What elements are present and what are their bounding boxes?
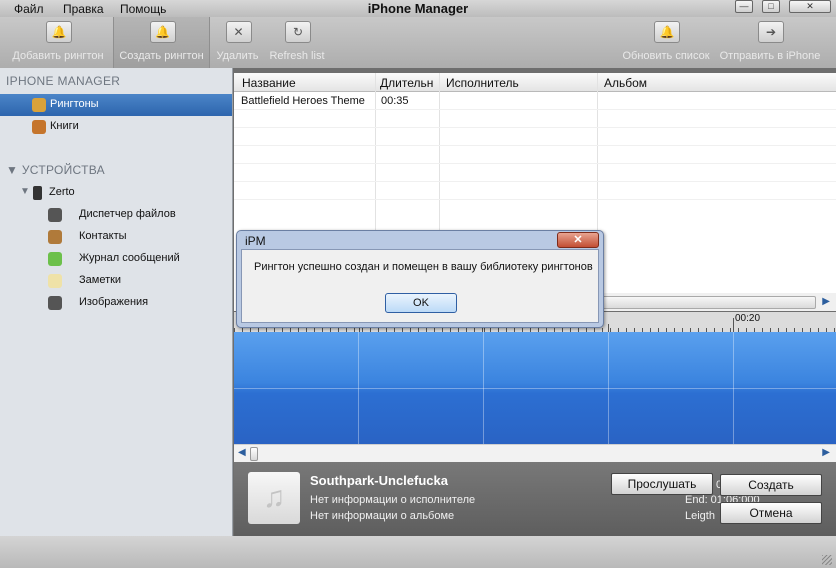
triangle-down-icon: ▼ <box>20 186 30 197</box>
sidebar-item-contacts[interactable]: Контакты <box>0 226 232 248</box>
send-to-iphone-label: Отправить в iPhone <box>719 50 821 62</box>
dialog-title: iPM <box>245 234 266 248</box>
add-ringtone-label: Добавить рингтон <box>12 50 104 62</box>
waveform-scrollbar[interactable]: ◀ ▶ <box>234 444 836 463</box>
sidebar-item-label: Изображения <box>79 296 149 308</box>
scrollbar-thumb[interactable] <box>250 447 258 461</box>
devices-header-label: УСТРОЙСТВА <box>21 163 105 177</box>
delete-bell-icon: ✕ <box>225 21 252 43</box>
sidebar-item-ringtones[interactable]: Рингтоны <box>0 94 232 116</box>
scroll-right-icon[interactable]: ▶ <box>822 447 830 458</box>
refresh-list-button[interactable]: ↻ Refresh list <box>266 17 328 68</box>
column-header-album[interactable]: Альбом <box>604 76 647 90</box>
update-list-button[interactable]: 🔔 Обновить список <box>620 17 712 68</box>
ruler-label: 00:20 <box>735 313 761 324</box>
sidebar: IPHONE MANAGER Рингтоны Книги ▼ УСТРОЙСТ… <box>0 68 233 536</box>
apple-icon <box>48 296 62 310</box>
sidebar-item-label: Рингтоны <box>50 98 99 110</box>
sidebar-item-images[interactable]: Изображения <box>0 292 232 314</box>
refresh-label: Refresh list <box>269 50 325 62</box>
cancel-button[interactable]: Отмена <box>720 502 822 524</box>
listen-button[interactable]: Прослушать <box>611 473 713 495</box>
sidebar-item-books[interactable]: Книги <box>0 116 232 138</box>
row-divider <box>234 127 836 128</box>
scrollbar-thumb[interactable] <box>578 296 816 309</box>
sidebar-device-zerto[interactable]: ▼ Zerto <box>0 182 232 204</box>
length-label: Leigth <box>685 510 715 522</box>
sidebar-item-file-manager[interactable]: Диспетчер файлов <box>0 204 232 226</box>
sidebar-item-label: Заметки <box>79 274 122 286</box>
create-bell-icon: 🔔 <box>149 21 176 43</box>
minimize-button[interactable]: — <box>735 0 753 13</box>
row-divider <box>234 199 836 200</box>
messages-icon <box>48 252 62 266</box>
maximize-button[interactable]: □ <box>762 0 780 13</box>
book-icon <box>32 120 46 134</box>
column-header-artist[interactable]: Исполнитель <box>446 76 519 90</box>
row-divider <box>234 145 836 146</box>
devices-header[interactable]: ▼ УСТРОЙСТВА <box>6 163 105 177</box>
create-ringtone-label: Создать рингтон <box>119 50 204 62</box>
table-scrollbar[interactable]: ▶ <box>578 293 836 311</box>
delete-button[interactable]: ✕ Удалить <box>210 17 265 68</box>
scroll-left-icon[interactable]: ◀ <box>238 447 246 458</box>
update-list-label: Обновить список <box>622 50 710 62</box>
track-panel: ♫ Southpark-Unclefucka Нет информации о … <box>234 462 836 536</box>
cell-duration: 00:35 <box>381 95 409 107</box>
sidebar-item-label: Журнал сообщений <box>79 252 180 264</box>
waveform-area[interactable] <box>234 332 836 444</box>
sidebar-item-messages[interactable]: Журнал сообщений <box>0 248 232 270</box>
track-artist: Нет информации о исполнителе <box>310 494 476 506</box>
music-note-icon: ♫ <box>248 472 300 524</box>
send-to-iphone-button[interactable]: ➔ Отправить в iPhone <box>716 17 824 68</box>
sidebar-item-label: Книги <box>50 120 79 132</box>
track-album: Нет информации о альбоме <box>310 510 455 522</box>
apple-icon <box>48 208 62 222</box>
refresh-icon: ↻ <box>285 21 311 43</box>
phone-icon <box>33 186 42 200</box>
dialog-body: Рингтон успешно создан и помещен в вашу … <box>241 249 599 323</box>
app-title: iPhone Manager <box>367 1 469 16</box>
triangle-down-icon: ▼ <box>6 163 19 177</box>
create-ringtone-button[interactable]: 🔔 Создать рингтон <box>113 17 210 68</box>
resize-grip-icon[interactable] <box>822 555 832 565</box>
contacts-icon <box>48 230 62 244</box>
cell-name: Battlefield Heroes Theme <box>241 95 365 107</box>
table-header: Название Длительн Исполнитель Альбом <box>234 73 836 92</box>
dialog-ok-button[interactable]: OK <box>385 293 457 313</box>
wave-center-line <box>234 388 836 389</box>
sidebar-item-notes[interactable]: Заметки <box>0 270 232 292</box>
scroll-right-icon[interactable]: ▶ <box>822 296 830 307</box>
arrow-right-icon: ➔ <box>758 21 784 43</box>
title-bar: Файл Правка Помощь iPhone Manager — □ ✕ <box>0 0 836 17</box>
column-header-name[interactable]: Название <box>242 76 296 90</box>
status-bar <box>0 536 836 568</box>
row-divider <box>234 109 836 110</box>
dialog-close-button[interactable]: ✕ <box>557 232 599 248</box>
success-dialog: iPM ✕ Рингтон успешно создан и помещен в… <box>236 230 604 328</box>
update-bell-icon: 🔔 <box>654 21 680 43</box>
dialog-message: Рингтон успешно создан и помещен в вашу … <box>254 261 593 273</box>
close-window-button[interactable]: ✕ <box>789 0 831 13</box>
sidebar-item-label: Диспетчер файлов <box>79 208 176 220</box>
bell-icon <box>32 98 46 112</box>
row-divider <box>234 181 836 182</box>
notes-icon <box>48 274 62 288</box>
create-button[interactable]: Создать <box>720 474 822 496</box>
delete-label: Удалить <box>216 50 259 62</box>
add-bell-icon: 🔔 <box>46 21 72 43</box>
row-divider <box>234 163 836 164</box>
sidebar-header: IPHONE MANAGER <box>6 74 121 88</box>
device-label: Zerto <box>49 186 75 198</box>
sidebar-item-label: Контакты <box>79 230 127 242</box>
column-header-duration[interactable]: Длительн <box>380 76 433 90</box>
add-ringtone-button[interactable]: 🔔 Добавить рингтон <box>8 17 108 68</box>
toolbar: 🔔 Добавить рингтон 🔔 Создать рингтон ✕ У… <box>0 17 836 68</box>
track-title: Southpark-Unclefucka <box>310 473 448 488</box>
